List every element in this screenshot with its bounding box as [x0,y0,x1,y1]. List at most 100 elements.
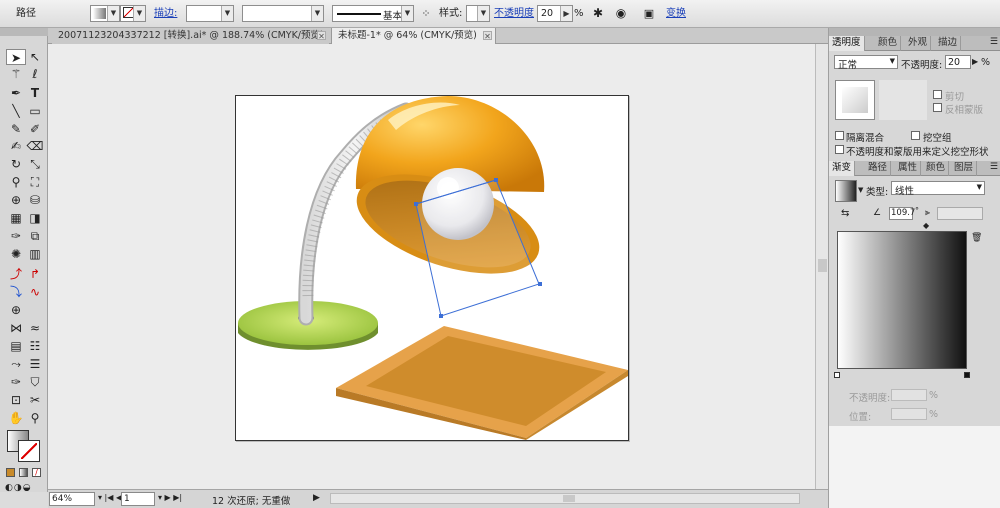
custom-tool-h-icon[interactable]: ☷ [25,338,45,354]
reference-point-icon[interactable]: ▣ [638,5,660,22]
scrollbar-thumb[interactable] [818,259,827,272]
globe-icon[interactable]: ◉ [614,5,628,22]
horizontal-scrollbar[interactable] [330,493,800,504]
close-icon[interactable]: ✕ [317,31,326,41]
artboard-tool-icon[interactable]: ⊡ [6,392,26,408]
knockout-group-checkbox[interactable] [911,131,920,140]
document-tab-1[interactable]: 20071123204337212 [转换].ai* @ 188.74% (CM… [52,28,329,44]
blend-tool-icon[interactable]: ⧉ [25,228,45,244]
stroke-weight-field[interactable]: ▼ [186,5,234,22]
custom-tool-b-icon[interactable]: ↱ [25,266,45,282]
desk-pad[interactable] [336,326,628,440]
rotate-tool-icon[interactable]: ↻ [6,156,26,172]
gradient-preview[interactable] [837,231,967,369]
column-graph-tool-icon[interactable]: ▥ [25,246,45,262]
scale-tool-icon[interactable]: ⤡ [25,156,45,172]
variable-width-field[interactable]: ▼ [242,5,324,22]
isolate-blending-checkbox[interactable] [835,131,844,140]
pencil-tool-icon[interactable]: ✐ [25,121,45,137]
fill-swatch[interactable]: ▼ [90,5,120,22]
tab-color-2[interactable]: 颜色 [923,161,950,176]
aspect-ratio-input[interactable] [937,207,983,220]
eraser-tool-icon[interactable]: ⌫ [25,138,45,154]
tab-stroke[interactable]: 描边 [935,36,962,51]
selected-path[interactable] [414,178,542,318]
custom-tool-e-icon[interactable]: ⋈ [6,320,26,336]
type-tool-icon[interactable]: T [25,85,45,101]
panel-opacity-input[interactable]: 20 [945,55,971,69]
canvas[interactable] [48,44,820,489]
shape-builder-tool-icon[interactable]: ⊕ [6,192,26,208]
gradient-midpoint-icon[interactable]: ◆ [923,221,929,230]
opacity-arrow-icon[interactable]: ▶ [972,57,978,66]
free-transform-tool-icon[interactable]: ⛶ [25,174,45,190]
direct-selection-tool-icon[interactable]: ↖ [25,49,45,65]
zoom-tool-icon[interactable]: ⚲ [25,410,45,426]
recolor-artwork-icon[interactable]: ✱ [588,5,608,22]
reverse-gradient-icon[interactable]: ⇆ [841,208,849,219]
document-tab-2[interactable]: 未标题-1* @ 64% (CMYK/预览) ✕ [331,28,496,44]
tab-attributes[interactable]: 属性 [895,161,922,176]
align-icon[interactable]: ⁘ [419,5,433,22]
stroke-color-swatch[interactable] [18,440,40,462]
gradient-swatch[interactable] [835,180,857,202]
crosshair-tool-icon[interactable]: ⊕ [6,302,26,318]
tab-transparency[interactable]: 透明度 [829,36,865,51]
magic-wand-tool-icon[interactable]: ⚚ [6,66,26,82]
panel-menu-icon[interactable]: ☰ [990,162,998,172]
custom-tool-j-icon[interactable]: ☰ [25,356,45,372]
tab-gradient[interactable]: 渐变 [829,161,856,176]
tab-pathfinder[interactable]: 路径 [865,161,892,176]
graphic-style-swatch[interactable]: ▼ [466,5,490,22]
angle-input[interactable]: 109.7 [889,207,915,220]
width-tool-icon[interactable]: ⚲ [6,174,26,190]
tab-layers[interactable]: 图层 [951,161,978,176]
invert-mask-checkbox[interactable] [933,103,942,112]
status-menu-icon[interactable]: ▶ [313,493,320,503]
lasso-tool-icon[interactable]: ℓ [25,66,45,82]
opacity-input[interactable]: 20 ▶ [537,5,573,22]
gradient-stop-white[interactable] [834,372,840,378]
page-number-field[interactable]: 1 [121,492,155,506]
location-input[interactable] [891,408,927,420]
clip-checkbox[interactable] [933,90,942,99]
perspective-grid-tool-icon[interactable]: ▦ [6,210,26,226]
selection-tool-icon[interactable]: ➤ [6,49,26,65]
gradient-type-select[interactable]: 线性 ▼ [891,181,985,197]
tab-appearance[interactable]: 外观 [905,36,932,51]
none-mode-icon[interactable]: / [32,468,41,477]
scrollbar-thumb[interactable] [563,495,575,502]
opacity-link[interactable]: 不透明度 [494,8,534,20]
brush-definition-field[interactable]: 基本 ▼ [332,5,414,22]
next-page-icon[interactable]: ▾ ▶ ▶| [158,493,182,502]
custom-tool-k-icon[interactable]: ✑ [6,374,26,390]
first-page-icon[interactable]: ▾ |◀ ◀ [98,493,122,502]
stop-opacity-input[interactable] [891,389,927,401]
gradient-tool-icon[interactable]: ◨ [25,210,45,226]
blob-brush-tool-icon[interactable]: ✍ [6,138,26,154]
custom-tool-i-icon[interactable]: ⤳ [6,356,26,372]
zoom-level-field[interactable]: 64% [49,492,95,506]
stroke-swatch[interactable]: ▼ [120,5,146,22]
blend-mode-select[interactable]: 正常 ▼ [834,55,898,71]
custom-tool-d-icon[interactable]: ∿ [25,284,45,300]
mask-thumbnail[interactable] [879,80,927,120]
transform-link[interactable]: 变换 [666,8,686,20]
custom-tool-c-icon[interactable]: ⤵ [6,284,26,300]
gradient-mode-icon[interactable] [19,468,28,477]
line-tool-icon[interactable]: ╲ [6,103,26,119]
gradient-stop-black[interactable] [964,372,970,378]
close-icon[interactable]: ✕ [483,31,492,41]
live-paint-tool-icon[interactable]: ⛁ [25,192,45,208]
hand-tool-icon[interactable]: ✋ [6,410,26,426]
paintbrush-tool-icon[interactable]: ✎ [6,121,26,137]
custom-tool-f-icon[interactable]: ≈ [25,320,45,336]
object-thumbnail[interactable] [835,80,875,120]
custom-tool-l-icon[interactable]: ⛉ [25,374,45,390]
tab-color[interactable]: 颜色 [875,36,902,51]
symbol-sprayer-tool-icon[interactable]: ✺ [6,246,26,262]
define-knockout-checkbox[interactable] [835,145,844,154]
rectangle-tool-icon[interactable]: ▭ [25,103,45,119]
eyedropper-tool-icon[interactable]: ✑ [6,228,26,244]
draw-mode-icons[interactable]: ◐◑◒ [5,483,43,493]
